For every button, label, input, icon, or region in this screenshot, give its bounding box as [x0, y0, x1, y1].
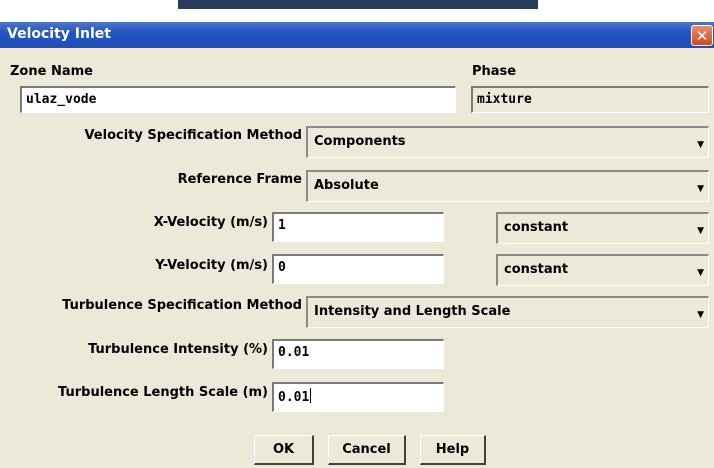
cancel-button[interactable]: Cancel: [328, 435, 406, 465]
background-window-bar: [178, 0, 538, 9]
y-velocity-profile-value: constant: [504, 262, 569, 277]
y-velocity-label: Y-Velocity (m/s): [155, 258, 268, 273]
chevron-down-icon: ▼: [697, 140, 704, 150]
reference-frame-value: Absolute: [314, 178, 379, 193]
y-velocity-profile-dropdown[interactable]: constant ▼: [496, 254, 709, 286]
y-velocity-field[interactable]: 0: [272, 254, 444, 284]
text-caret: [310, 388, 312, 403]
chevron-down-icon: ▼: [697, 184, 704, 194]
x-velocity-profile-value: constant: [504, 220, 569, 235]
close-icon[interactable]: ✕: [691, 25, 713, 46]
velocity-method-dropdown[interactable]: Components ▼: [306, 126, 709, 158]
chevron-down-icon: ▼: [697, 268, 704, 278]
phase-field: mixture: [471, 86, 709, 113]
turbulence-intensity-field[interactable]: 0.01: [272, 339, 444, 369]
turbulence-length-value: 0.01: [278, 390, 310, 405]
velocity-method-label: Velocity Specification Method: [84, 128, 302, 143]
turbulence-length-label: Turbulence Length Scale (m): [58, 385, 268, 400]
x-velocity-field[interactable]: 1: [272, 212, 444, 242]
x-velocity-label: X-Velocity (m/s): [153, 215, 268, 230]
reference-frame-label: Reference Frame: [177, 172, 302, 187]
help-button[interactable]: Help: [420, 435, 486, 465]
chevron-down-icon: ▼: [697, 310, 704, 320]
title-bar[interactable]: Velocity Inlet ✕: [0, 22, 714, 48]
turbulence-method-value: Intensity and Length Scale: [314, 304, 511, 319]
background-window-strip: [0, 0, 714, 22]
turbulence-length-field[interactable]: 0.01: [272, 382, 444, 412]
phase-label: Phase: [472, 64, 517, 79]
turbulence-method-label: Turbulence Specification Method: [62, 298, 302, 313]
velocity-method-value: Components: [314, 134, 406, 149]
chevron-down-icon: ▼: [697, 226, 704, 236]
turbulence-method-dropdown[interactable]: Intensity and Length Scale ▼: [306, 296, 709, 328]
turbulence-intensity-label: Turbulence Intensity (%): [88, 342, 268, 357]
reference-frame-dropdown[interactable]: Absolute ▼: [306, 170, 709, 202]
window-title: Velocity Inlet: [7, 26, 111, 42]
x-velocity-profile-dropdown[interactable]: constant ▼: [496, 212, 709, 244]
zone-name-label: Zone Name: [10, 64, 93, 79]
zone-name-field[interactable]: ulaz_vode: [20, 86, 456, 113]
ok-button[interactable]: OK: [254, 435, 314, 465]
